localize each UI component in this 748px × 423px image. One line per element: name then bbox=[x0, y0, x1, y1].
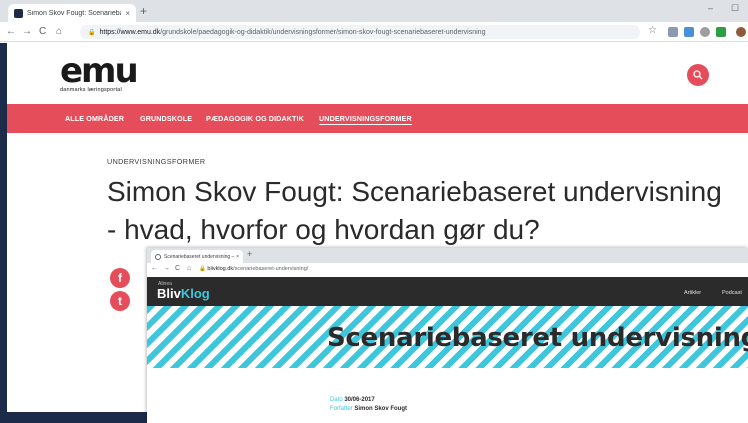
article-category[interactable]: UNDERVISNINGSFORMER bbox=[107, 157, 206, 166]
inner-close-tab-icon: × bbox=[236, 253, 239, 260]
profile-avatar[interactable] bbox=[736, 27, 746, 37]
browser-toolbar: ← → C ⌂ 🔒 https://www.emu.dk/grundskole/… bbox=[0, 22, 748, 42]
search-button[interactable] bbox=[687, 64, 709, 86]
url-host: https://www.emu.dk bbox=[99, 28, 161, 36]
blivklog-nav-podcast: Podcast bbox=[722, 290, 742, 296]
minimize-button[interactable]: – bbox=[708, 3, 713, 13]
blivklog-hero: Scenariebaseret undervisning bbox=[147, 306, 748, 368]
inner-url-path: /scenariebaseret-undervisning/ bbox=[233, 266, 309, 272]
reload-button[interactable]: C bbox=[39, 25, 46, 39]
back-button[interactable]: ← bbox=[6, 25, 16, 39]
extension-icon[interactable] bbox=[684, 27, 694, 37]
search-icon bbox=[693, 70, 703, 80]
new-tab-button[interactable]: + bbox=[140, 4, 147, 18]
left-edge-bar bbox=[0, 43, 7, 423]
footer-bar bbox=[7, 412, 147, 423]
inner-reload-icon: C bbox=[175, 265, 181, 272]
hero-title: Scenariebaseret undervisning bbox=[327, 323, 748, 353]
inner-browser-tab: Scenariebaseret undervisning – × bbox=[151, 250, 243, 263]
page-title: Simon Skov Fougt: Scenariebaseret underv… bbox=[107, 176, 722, 245]
bookmark-star-icon[interactable]: ☆ bbox=[648, 25, 657, 36]
facebook-share-button[interactable]: f bbox=[110, 268, 130, 288]
inner-address-bar: 🔒 blivklog.dk/scenariebaseret-undervisni… bbox=[199, 266, 308, 272]
lock-icon: 🔒 bbox=[88, 29, 96, 36]
inner-tab-title: Scenariebaseret undervisning – bbox=[164, 253, 235, 260]
facebook-icon: f bbox=[118, 271, 122, 285]
address-bar[interactable]: 🔒 https://www.emu.dk/grundskole/paedagog… bbox=[80, 25, 640, 39]
emu-logo[interactable]: emu danmarks læringsportal bbox=[60, 51, 140, 96]
home-button[interactable]: ⌂ bbox=[56, 25, 62, 39]
inner-home-icon: ⌂ bbox=[187, 265, 192, 272]
blivklog-logo: BlivKlog bbox=[157, 287, 210, 301]
author-label: Forfatter bbox=[330, 406, 355, 412]
extension-icon[interactable] bbox=[700, 27, 710, 37]
browser-tab[interactable]: Simon Skov Fougt: Scenariebase × bbox=[8, 4, 136, 22]
embedded-screenshot: Scenariebaseret undervisning – × + ← → C… bbox=[147, 248, 748, 423]
tab-bar: Simon Skov Fougt: Scenariebase × + – ☐ bbox=[0, 0, 748, 22]
inner-favicon-icon bbox=[155, 253, 161, 260]
date-value: 30/06-2017 bbox=[344, 397, 375, 403]
close-tab-icon[interactable]: × bbox=[125, 9, 130, 18]
date-label: Dato bbox=[330, 397, 345, 403]
extension-icon[interactable] bbox=[668, 27, 678, 37]
inner-tab-bar: Scenariebaseret undervisning – × + bbox=[147, 248, 748, 263]
nav-item-undervisningsformer[interactable]: UNDERVISNINGSFORMER bbox=[319, 114, 412, 125]
extension-icon[interactable] bbox=[716, 27, 726, 37]
blivklog-nav-artikler: Artikler bbox=[684, 290, 702, 296]
inner-forward-icon: → bbox=[163, 265, 170, 272]
tab-title: Simon Skov Fougt: Scenariebase bbox=[27, 9, 122, 17]
twitter-icon: t bbox=[118, 294, 122, 308]
browser-window: Simon Skov Fougt: Scenariebase × + – ☐ ←… bbox=[0, 0, 748, 423]
logo-part-bliv: Bliv bbox=[157, 286, 181, 301]
maximize-button[interactable]: ☐ bbox=[731, 3, 739, 14]
favicon-icon bbox=[14, 8, 23, 18]
logo-mark: emu bbox=[60, 51, 139, 91]
author-value: Simon Skov Fougt bbox=[354, 406, 408, 412]
blivklog-header: Alinea BlivKlog Artikler Podcast bbox=[147, 277, 748, 306]
logo-part-klog: Klog bbox=[180, 286, 210, 301]
nav-item-alle-omraader[interactable]: ALLE OMRÅDER bbox=[65, 114, 124, 123]
article-author: Forfatter Simon Skov Fougt bbox=[330, 406, 407, 412]
inner-back-icon: ← bbox=[151, 265, 158, 272]
inner-url-host: blivklog.dk bbox=[207, 266, 234, 272]
nav-item-grundskole[interactable]: GRUNDSKOLE bbox=[140, 114, 192, 123]
url-path: /grundskole/paedagogik-og-didaktik/under… bbox=[160, 28, 486, 36]
main-nav: ALLE OMRÅDER GRUNDSKOLE PÆDAGOGIK OG DID… bbox=[7, 104, 748, 133]
inner-new-tab-icon: + bbox=[247, 249, 253, 259]
forward-button[interactable]: → bbox=[22, 25, 32, 39]
nav-item-paedagogik-og-didaktik[interactable]: PÆDAGOGIK OG DIDAKTIK bbox=[206, 114, 304, 123]
inner-toolbar: ← → C ⌂ 🔒 blivklog.dk/scenariebaseret-un… bbox=[147, 263, 748, 277]
twitter-share-button[interactable]: t bbox=[110, 291, 130, 311]
article-date: Dato 30/06-2017 bbox=[330, 397, 375, 403]
